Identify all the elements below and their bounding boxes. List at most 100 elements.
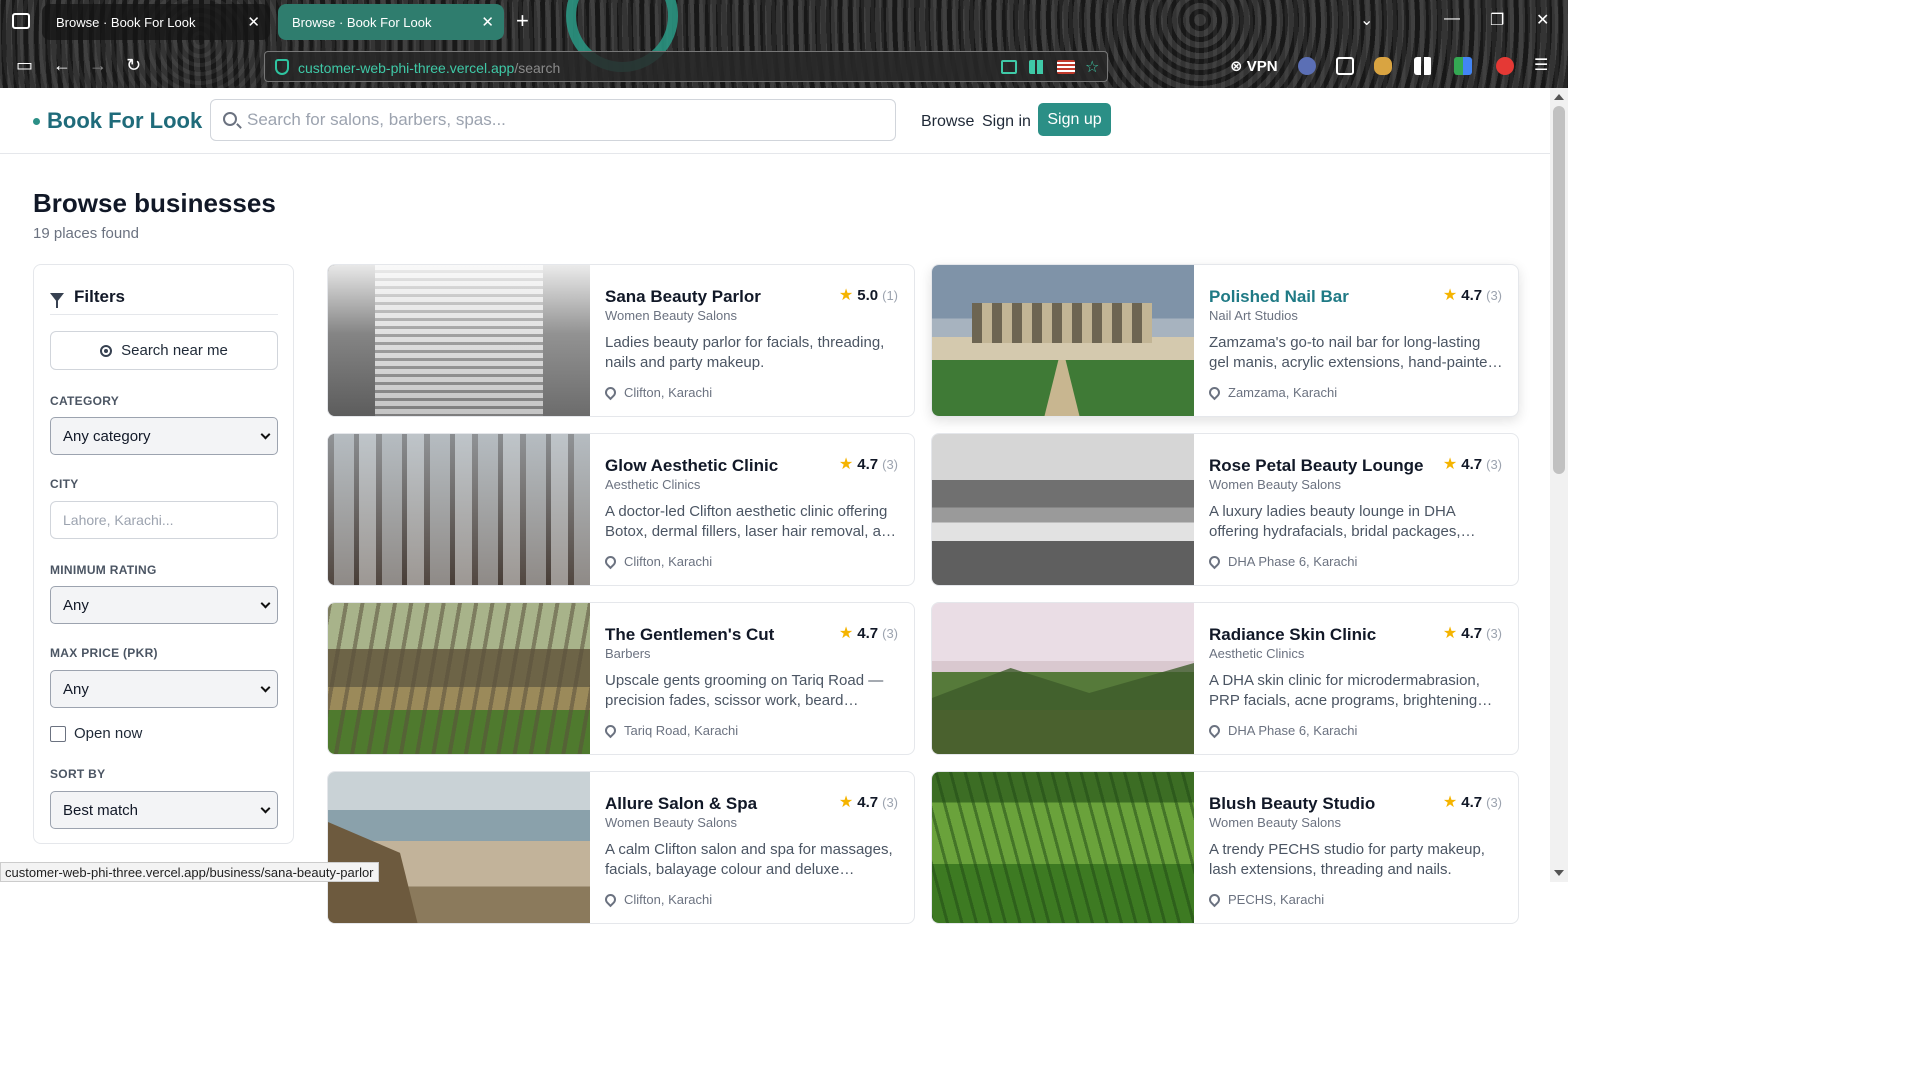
sidebar-toggle-icon[interactable]: ▭ [16, 55, 33, 76]
business-card[interactable]: Rose Petal Beauty Lounge Women Beauty Sal… [931, 433, 1519, 586]
shield-icon[interactable] [275, 59, 289, 75]
business-category: Aesthetic Clinics [605, 477, 701, 492]
vpn-button[interactable]: ⊗ VPN [1230, 57, 1278, 75]
chevron-down-icon [260, 598, 271, 609]
business-name[interactable]: Sana Beauty Parlor [605, 287, 761, 307]
business-name[interactable]: The Gentlemen's Cut [605, 625, 774, 645]
extension-eye-icon[interactable] [1374, 57, 1392, 75]
business-description: Zamzama's go-to nail bar for long-lastin… [1209, 334, 1496, 371]
bookmark-star-icon[interactable]: ☆ [1085, 57, 1101, 76]
business-photo[interactable] [328, 603, 590, 754]
search-near-me-button[interactable]: Search near me [50, 331, 278, 370]
business-card[interactable]: The Gentlemen's Cut Barbers ★ 4.7 (3) Upscale… [327, 602, 915, 755]
business-category: Women Beauty Salons [605, 308, 737, 323]
tab-browse-2[interactable]: Browse · Book For Look ✕ [278, 4, 504, 40]
business-name[interactable]: Blush Beauty Studio [1209, 794, 1375, 814]
tab-browse-1[interactable]: Browse · Book For Look ✕ [42, 4, 270, 40]
url-text[interactable]: customer-web-phi-three.vercel.app/search [298, 60, 560, 76]
open-now-label: Open now [74, 725, 143, 742]
review-count: (3) [882, 456, 898, 472]
business-rating: ★ 4.7 (3) [1442, 793, 1502, 812]
business-description: A doctor-led Clifton aesthetic clinic of… [605, 503, 898, 540]
extension-grid-icon[interactable] [1414, 57, 1432, 75]
map-pin-icon [602, 891, 619, 908]
search-box[interactable] [210, 99, 896, 141]
business-photo[interactable] [328, 772, 590, 923]
sort-select[interactable]: Best match [50, 791, 278, 829]
search-icon [223, 112, 237, 126]
review-count: (3) [1486, 625, 1502, 641]
extension-globe-icon[interactable] [1298, 57, 1316, 75]
review-count: (1) [882, 287, 898, 303]
extensions-puzzle-icon[interactable] [1336, 57, 1354, 75]
review-count: (3) [1486, 287, 1502, 303]
business-name[interactable]: Polished Nail Bar [1209, 287, 1349, 307]
address-bar[interactable]: customer-web-phi-three.vercel.app/search… [264, 51, 1108, 82]
business-name[interactable]: Allure Salon & Spa [605, 794, 757, 814]
rating-select[interactable]: Any [50, 586, 278, 624]
tab-list-icon[interactable] [12, 13, 30, 29]
page-title: Browse businesses [33, 188, 276, 218]
business-category: Nail Art Studios [1209, 308, 1298, 323]
scroll-up-icon[interactable] [1554, 94, 1564, 100]
review-count: (3) [1486, 794, 1502, 810]
city-input[interactable] [50, 501, 278, 539]
business-card[interactable]: Sana Beauty Parlor Women Beauty Salons ★ 5.… [327, 264, 915, 417]
extension-color-icon[interactable] [1454, 57, 1472, 75]
category-select[interactable]: Any category [50, 417, 278, 455]
qr-icon[interactable] [1029, 60, 1045, 74]
business-name[interactable]: Glow Aesthetic Clinic [605, 456, 778, 476]
price-select[interactable]: Any [50, 670, 278, 708]
back-icon[interactable]: ← [53, 55, 71, 76]
star-icon: ★ [1442, 625, 1458, 642]
browse-link[interactable]: Browse [921, 113, 974, 131]
business-location: Clifton, Karachi [602, 891, 712, 908]
business-card[interactable]: Allure Salon & Spa Women Beauty Salons ★ 4.… [327, 771, 915, 924]
filters-panel: Filters Search near me CATEGORY Any cate… [33, 264, 294, 844]
business-photo[interactable] [932, 603, 1194, 754]
scroll-down-icon[interactable] [1554, 870, 1564, 876]
business-description: A calm Clifton salon and spa for massage… [605, 841, 893, 878]
new-tab-icon[interactable]: + [516, 8, 529, 34]
logo[interactable]: Book For Look [33, 108, 202, 134]
business-name[interactable]: Radiance Skin Clinic [1209, 625, 1376, 645]
business-photo[interactable] [932, 772, 1194, 923]
open-now-toggle[interactable]: Open now [50, 725, 142, 742]
search-input[interactable] [247, 100, 887, 140]
business-name[interactable]: Rose Petal Beauty Lounge [1209, 456, 1423, 476]
menu-icon[interactable]: ☰ [1534, 55, 1552, 74]
restore-icon[interactable]: ❐ [1490, 10, 1504, 30]
close-window-icon[interactable]: ✕ [1536, 10, 1549, 30]
business-photo[interactable] [328, 434, 590, 585]
business-photo[interactable] [932, 434, 1194, 585]
scroll-thumb[interactable] [1553, 106, 1565, 474]
tab-overflow-chevron-icon[interactable]: ⌄ [1360, 10, 1373, 30]
flag-icon[interactable] [1057, 60, 1075, 74]
open-now-checkbox[interactable] [50, 725, 66, 742]
star-icon: ★ [1442, 456, 1458, 473]
map-pin-icon [602, 722, 619, 739]
signup-button[interactable]: Sign up [1038, 103, 1111, 136]
business-photo[interactable] [328, 265, 590, 416]
download-icon[interactable] [1001, 60, 1017, 74]
business-category: Barbers [605, 646, 651, 661]
business-card[interactable]: Glow Aesthetic Clinic Aesthetic Clinics ★ 4… [327, 433, 915, 586]
business-card[interactable]: Blush Beauty Studio Women Beauty Salons ★ 4… [931, 771, 1519, 924]
business-photo[interactable] [932, 265, 1194, 416]
reload-icon[interactable]: ↻ [126, 55, 141, 76]
page-scrollbar[interactable] [1550, 88, 1568, 882]
map-pin-icon [1206, 384, 1223, 401]
close-tab-icon[interactable]: ✕ [481, 13, 494, 31]
extension-play-icon[interactable] [1496, 57, 1514, 75]
forward-icon[interactable]: → [89, 55, 107, 76]
business-rating: ★ 4.7 (3) [1442, 286, 1502, 305]
business-location: Zamzama, Karachi [1206, 384, 1337, 401]
business-card[interactable]: Radiance Skin Clinic Aesthetic Clinics ★ 4.… [931, 602, 1519, 755]
logo-dot-icon [33, 117, 40, 125]
business-card[interactable]: Polished Nail Bar Nail Art Studios ★ 4.7 (3)… [931, 264, 1519, 417]
nav-bar: ▭ ← → ↻ customer-web-phi-three.vercel.ap… [0, 44, 1568, 88]
signin-link[interactable]: Sign in [982, 113, 1031, 131]
filters-heading: Filters [50, 287, 125, 308]
close-tab-icon[interactable]: ✕ [247, 13, 260, 31]
minimize-icon[interactable]: — [1444, 10, 1460, 28]
